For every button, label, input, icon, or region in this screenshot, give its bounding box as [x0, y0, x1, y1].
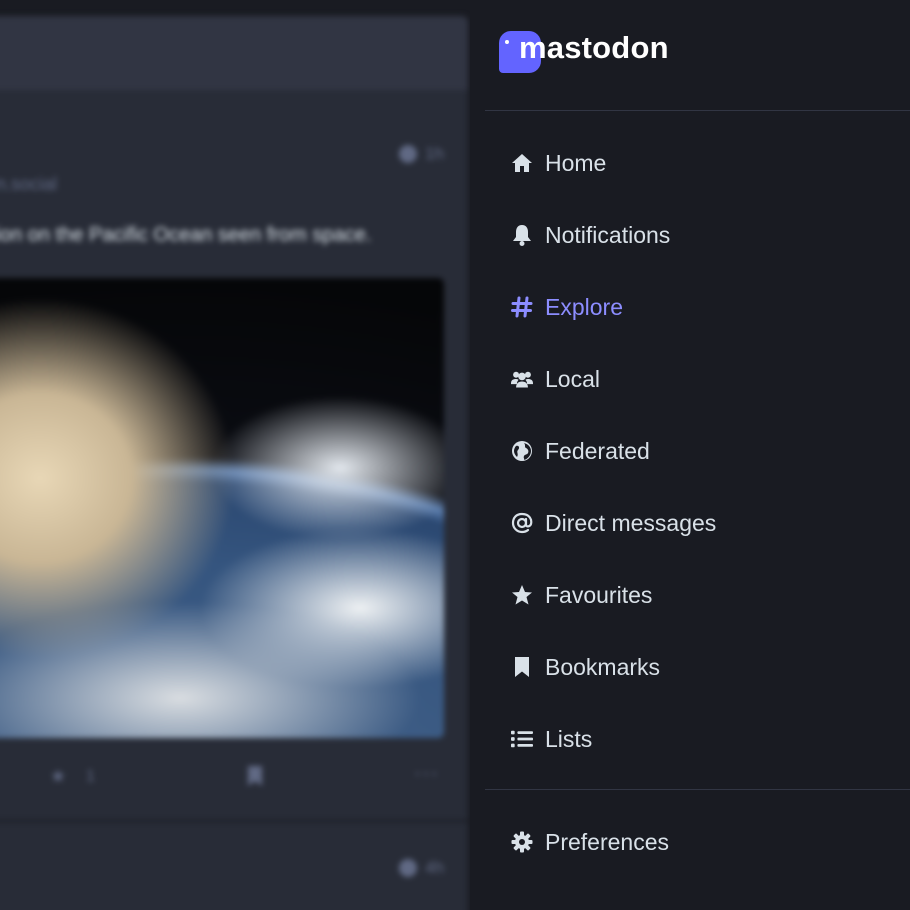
bookmark-icon [511, 656, 533, 678]
list-icon [511, 728, 533, 750]
nav-item-label: Home [545, 149, 607, 176]
nav-item-federated[interactable]: Federated [485, 415, 910, 487]
nav-divider [485, 110, 910, 111]
nav-preferences-wrapper: Preferences [485, 806, 910, 878]
nav-item-bookmarks[interactable]: Bookmarks [485, 631, 910, 703]
status-action-bar: ★ 1 ··· [0, 760, 468, 796]
gear-icon [511, 831, 533, 853]
nav-item-label: Notifications [545, 221, 671, 248]
nav-item-label: Local [545, 365, 600, 392]
star-icon [511, 584, 533, 606]
nav-item-preferences[interactable]: Preferences [485, 806, 910, 878]
users-icon [511, 368, 533, 390]
bell-icon [511, 224, 533, 246]
navigation-panel: mastodon Home Notifications Explore Loca… [485, 0, 910, 910]
logo-wordmark: mastodon [519, 30, 669, 65]
timeline-column: 1h on.social tion on the Pacific Ocean s… [0, 0, 470, 910]
status-author-handle[interactable]: on.social [0, 174, 57, 195]
visibility-globe-icon [399, 859, 418, 877]
nav-item-label: Explore [545, 293, 623, 320]
visibility-globe-icon [399, 145, 418, 163]
nav-item-home[interactable]: Home [485, 127, 910, 199]
at-icon [511, 512, 533, 534]
status-time-text: 4h [425, 858, 444, 877]
hashtag-icon [511, 296, 533, 318]
nav-list: Home Notifications Explore Local Federat… [485, 127, 910, 775]
status-media-image[interactable] [0, 278, 444, 738]
nav-item-direct-messages[interactable]: Direct messages [485, 487, 910, 559]
column-header[interactable] [0, 16, 468, 90]
nav-item-label: Preferences [545, 828, 670, 855]
nav-item-explore[interactable]: Explore [485, 271, 910, 343]
mastodon-app: 1h on.social tion on the Pacific Ocean s… [0, 0, 910, 910]
status-content: tion on the Pacific Ocean seen from spac… [0, 224, 372, 246]
status-card[interactable]: 4h [0, 822, 468, 910]
nav-divider [485, 789, 910, 790]
favourite-count: 1 [86, 768, 95, 785]
status-card[interactable]: 1h on.social tion on the Pacific Ocean s… [0, 90, 468, 820]
mastodon-logo[interactable]: mastodon [499, 28, 669, 76]
favourite-icon[interactable]: ★ [50, 766, 66, 787]
globe-icon [511, 440, 533, 462]
nav-item-favourites[interactable]: Favourites [485, 559, 910, 631]
nav-item-local[interactable]: Local [485, 343, 910, 415]
nav-item-label: Federated [545, 437, 650, 464]
status-timestamp[interactable]: 4h [399, 858, 444, 878]
nav-item-label: Direct messages [545, 509, 717, 536]
more-options-icon[interactable]: ··· [414, 760, 439, 786]
home-icon [511, 152, 533, 174]
nav-item-label: Bookmarks [545, 653, 661, 680]
nav-item-notifications[interactable]: Notifications [485, 199, 910, 271]
status-timestamp[interactable]: 1h [399, 144, 444, 164]
timeline-content: 1h on.social tion on the Pacific Ocean s… [0, 0, 470, 910]
nav-item-lists[interactable]: Lists [485, 703, 910, 775]
status-time-text: 1h [425, 144, 444, 163]
bookmark-action-icon[interactable] [246, 766, 264, 786]
nav-item-label: Lists [545, 725, 593, 752]
nav-item-label: Favourites [545, 581, 653, 608]
